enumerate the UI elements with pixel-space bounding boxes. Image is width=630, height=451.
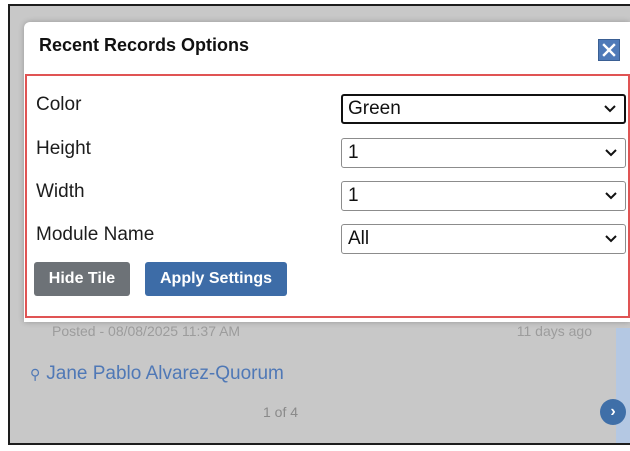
color-select[interactable]: Green [341, 94, 626, 124]
close-icon [602, 43, 616, 57]
record-contact-link[interactable]: ⚲ Jane Pablo Alvarez-Quorum [30, 363, 284, 385]
height-select[interactable]: 1 [341, 138, 626, 168]
contact-bullet-icon: ⚲ [30, 366, 41, 382]
color-select-value: Green [348, 98, 401, 119]
pager-text: 1 of 4 [263, 404, 299, 420]
width-label: Width [36, 181, 85, 202]
chevron-down-icon [604, 105, 616, 113]
chevron-right-circle-icon[interactable]: › [600, 399, 626, 425]
chevron-down-icon [605, 192, 617, 200]
posted-date: Posted - 08/08/2025 11:37 AM [52, 323, 241, 339]
apply-settings-button[interactable]: Apply Settings [145, 262, 287, 296]
dialog-title: Recent Records Options [39, 35, 250, 55]
recent-records-options-dialog: Recent Records Options Color Green Heigh… [24, 22, 630, 322]
hide-tile-button[interactable]: Hide Tile [34, 262, 130, 296]
width-select-value: 1 [348, 185, 359, 206]
contact-name: Jane Pablo Alvarez-Quorum [46, 363, 284, 384]
record-age: 11 days ago [516, 323, 592, 339]
module-name-label: Module Name [36, 224, 155, 245]
side-panel-strip [616, 328, 630, 443]
module-name-select[interactable]: All [341, 224, 626, 254]
width-select[interactable]: 1 [341, 181, 626, 211]
module-name-select-value: All [348, 228, 370, 249]
height-select-value: 1 [348, 142, 359, 163]
chevron-down-icon [605, 235, 617, 243]
height-label: Height [36, 138, 91, 159]
color-label: Color [36, 94, 82, 115]
close-button[interactable] [598, 39, 620, 61]
chevron-down-icon [605, 149, 617, 157]
